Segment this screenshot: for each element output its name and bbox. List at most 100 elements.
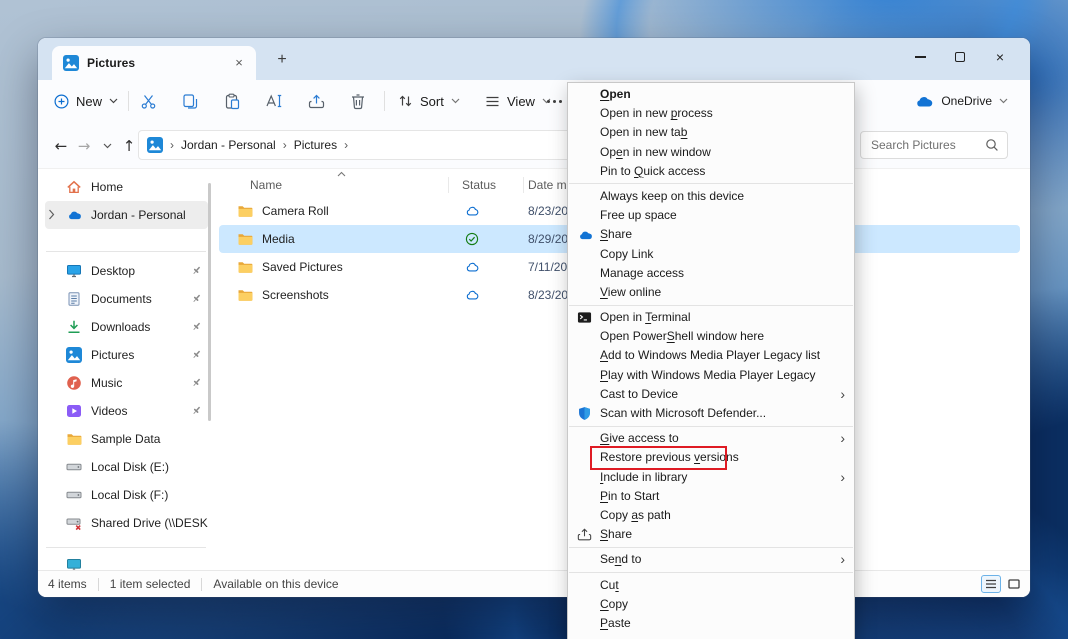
menu-item-open-in-terminal[interactable]: Open in Terminal [568,308,854,327]
sidebar-item-jordan-personal[interactable]: Jordan - Personal [45,201,208,229]
menu-item-label: Open PowerShell window here [600,329,764,343]
sidebar-item-home[interactable]: Home [45,173,208,201]
menu-item-cut[interactable]: Cut [568,576,854,595]
menu-item-cast-to-device[interactable]: Cast to Device› [568,385,854,404]
submenu-chevron-icon: › [840,429,845,448]
pictures-icon [63,55,79,71]
address-bar-row: ← → ↑ ›Jordan - Personal›Pictures› [38,122,1030,168]
menu-item-label: Open [600,87,631,101]
breadcrumb-item-jordan-personal[interactable]: Jordan - Personal [181,138,276,152]
back-button[interactable]: ← [50,135,72,157]
details-view-toggle[interactable] [981,575,1001,593]
menu-item-copy-link[interactable]: Copy Link [568,245,854,264]
menu-item-open[interactable]: Open [568,85,854,104]
cut-button[interactable] [134,87,162,115]
menu-item-open-in-new-window[interactable]: Open in new window [568,143,854,162]
menu-item-restore-previous-versions[interactable]: Restore previous versions [568,448,854,467]
menu-item-pin-to-quick-access[interactable]: Pin to Quick access [568,162,854,181]
column-divider[interactable] [523,177,524,193]
file-explorer-window: Pictures × + × New [38,38,1030,597]
menu-item-label: Share [600,227,632,241]
paste-button[interactable] [218,87,246,115]
menu-item-label: Scan with Microsoft Defender... [600,406,766,420]
column-header-status[interactable]: Status [462,173,496,197]
onedrive-status-button[interactable]: OneDrive [914,80,1008,122]
pin-icon [191,265,202,276]
delete-button[interactable] [344,87,372,115]
menu-item-copy-as-path[interactable]: Copy as path [568,506,854,525]
downloads-icon [66,319,82,335]
search-icon [985,138,999,152]
share-button[interactable] [302,87,330,115]
menu-item-always-keep-on-this-device[interactable]: Always keep on this device [568,187,854,206]
sidebar-item-videos[interactable]: Videos [45,397,208,425]
sidebar-separator [38,537,215,557]
pin-icon [191,405,202,416]
menu-item-open-in-new-process[interactable]: Open in new process [568,104,854,123]
minimize-button[interactable] [900,42,940,72]
menu-item-label: Play with Windows Media Player Legacy [600,368,815,382]
sidebar-item-pictures[interactable]: Pictures [45,341,208,369]
menu-item-label: Pin to Quick access [600,164,705,178]
sort-button[interactable]: Sort [398,80,460,122]
sort-icon [398,94,413,108]
breadcrumb-item-pictures[interactable]: Pictures [294,138,337,152]
tab-pictures[interactable]: Pictures × [52,46,256,80]
sidebar-scrollbar[interactable] [208,183,211,421]
menu-item-copy[interactable]: Copy [568,595,854,614]
sidebar-item-desktop[interactable]: Desktop [45,257,208,285]
menu-item-open-in-new-tab[interactable]: Open in new tab [568,123,854,142]
sidebar-item-documents[interactable]: Documents [45,285,208,313]
menu-item-label: Free up space [600,208,677,222]
large-icons-view-icon [1008,579,1020,589]
menu-item-scan-with-microsoft-defender[interactable]: Scan with Microsoft Defender... [568,404,854,423]
sort-ascending-icon [337,171,346,177]
chevron-down-icon [451,98,460,104]
file-name: Saved Pictures [262,260,343,274]
menu-item-paste[interactable]: Paste [568,614,854,633]
forward-button[interactable]: → [73,135,95,157]
sidebar-item-shared-drive-desktop[interactable]: Shared Drive (\\DESKTOP- [45,509,208,537]
sidebar-item-label: Local Disk (F:) [91,488,168,502]
sidebar-item-label: Downloads [91,320,150,334]
menu-item-share[interactable]: Share [568,225,854,244]
up-button[interactable]: ↑ [118,135,140,157]
menu-item-view-online[interactable]: View online [568,283,854,302]
menu-item-add-to-windows-media-player-legacy-list[interactable]: Add to Windows Media Player Legacy list [568,346,854,365]
sidebar-item-local-disk-e[interactable]: Local Disk (E:) [45,453,208,481]
menu-item-share[interactable]: Share [568,525,854,544]
menu-item-send-to[interactable]: Send to› [568,550,854,569]
menu-item-manage-access[interactable]: Manage access [568,264,854,283]
large-icons-view-toggle[interactable] [1004,575,1024,593]
copy-button[interactable] [176,87,204,115]
share-icon [308,93,325,110]
recent-locations-button[interactable] [96,135,118,157]
menu-item-label: Restore previous versions [600,450,739,464]
new-tab-button[interactable]: + [270,49,294,71]
sidebar-item-music[interactable]: Music [45,369,208,397]
music-icon [66,375,82,391]
menu-item-play-with-windows-media-player-legacy[interactable]: Play with Windows Media Player Legacy [568,366,854,385]
cloud-status-icon [464,203,480,219]
column-header-name[interactable]: Name [250,173,282,197]
rename-button[interactable] [260,87,288,115]
column-divider[interactable] [448,177,449,193]
menu-item-free-up-space[interactable]: Free up space [568,206,854,225]
menu-item-include-in-library[interactable]: Include in library› [568,468,854,487]
more-options-button[interactable] [540,87,568,115]
sidebar-item-downloads[interactable]: Downloads [45,313,208,341]
new-button[interactable]: New [54,80,118,122]
sidebar-item-label: Documents [91,292,152,306]
menu-item-open-powershell-window-here[interactable]: Open PowerShell window here [568,327,854,346]
menu-item-pin-to-start[interactable]: Pin to Start [568,487,854,506]
file-date-modified: 8/23/20 [528,204,568,218]
sidebar-item-local-disk-f[interactable]: Local Disk (F:) [45,481,208,509]
sidebar-item-sample-data[interactable]: Sample Data [45,425,208,453]
maximize-button[interactable] [940,42,980,72]
trash-icon [350,93,366,110]
expand-chevron-icon[interactable] [48,209,55,220]
menu-item-label: Include in library [600,470,687,484]
tab-close-icon[interactable]: × [230,54,248,72]
close-button[interactable]: × [980,42,1020,72]
pictures-icon [147,137,163,153]
